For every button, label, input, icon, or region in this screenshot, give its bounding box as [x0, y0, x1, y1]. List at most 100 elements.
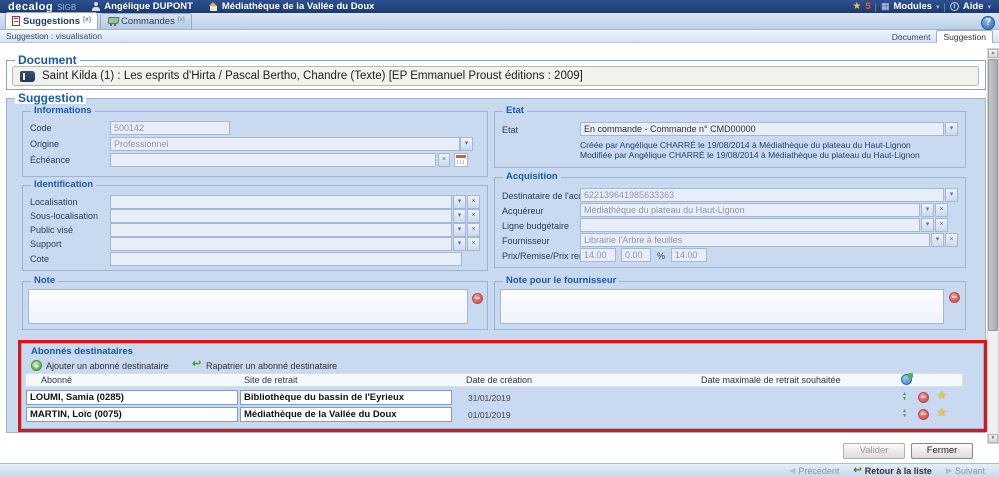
remise-input: 0.00	[621, 248, 651, 262]
origine-dropdown-icon[interactable]: ▾	[460, 137, 473, 151]
ligne-budgetaire-clear-icon[interactable]: ×	[935, 218, 948, 232]
tab-suggestions-label: Suggestions	[23, 16, 80, 27]
valider-button: Valider	[843, 443, 905, 459]
scroll-up-icon[interactable]: ▲	[988, 49, 998, 58]
etat-dropdown-icon[interactable]: ▾	[945, 122, 958, 136]
note-textarea[interactable]	[28, 289, 468, 324]
fermer-button[interactable]: Fermer	[911, 443, 973, 459]
note-fournisseur-legend: Note pour le fournisseur	[503, 275, 619, 287]
current-site[interactable]: Médiathèque de la Vallée du Doux	[209, 1, 375, 12]
public-vise-clear-icon[interactable]: ×	[467, 223, 480, 237]
ligne-budgetaire-select[interactable]	[580, 218, 920, 232]
move-row-icon[interactable]: ▲ ▼	[899, 408, 910, 420]
calendar-icon[interactable]	[454, 153, 468, 167]
help-icon[interactable]: ?	[981, 16, 995, 30]
favorites-icon[interactable]: ★	[852, 2, 861, 12]
site-name: Médiathèque de la Vallée du Doux	[222, 1, 375, 12]
origine-label: Origine	[30, 138, 59, 150]
fournisseur-label: Fournisseur	[502, 235, 550, 247]
support-label: Support	[30, 238, 62, 250]
etat-label: Etat	[502, 124, 518, 136]
support-dropdown-icon[interactable]: ▾	[453, 237, 466, 251]
site-retrait-cell[interactable]: Médiathèque de la Vallée du Doux	[240, 407, 452, 422]
note-remove-icon[interactable]: −	[472, 293, 483, 304]
public-vise-select[interactable]	[110, 223, 452, 237]
top-bar: decalog SIGB Angélique DUPONT Médiathèqu…	[0, 0, 999, 13]
sous-localisation-clear-icon[interactable]: ×	[467, 209, 480, 223]
ligne-budgetaire-dropdown-icon[interactable]: ▾	[921, 218, 934, 232]
separator: |	[875, 2, 877, 12]
destinataire-select[interactable]: 622139641985633363	[580, 188, 944, 202]
topbar-right: ★ 5 | ▦ Modules ▾ | i Aide ▾	[852, 1, 991, 12]
next-arrow-icon: ▶	[946, 466, 952, 475]
separator: |	[944, 2, 946, 12]
view-switch-suggestion[interactable]: Suggestion	[936, 30, 993, 43]
tab-commandes-label: Commandes	[121, 16, 175, 27]
aide-menu[interactable]: Aide	[963, 1, 984, 12]
tab-suggestions-close-icon[interactable]: [x]	[83, 16, 91, 23]
current-user[interactable]: Angélique DUPONT	[92, 1, 193, 12]
echeance-input[interactable]	[110, 153, 436, 167]
ligne-budgetaire-label: Ligne budgétaire	[502, 220, 569, 232]
localisation-dropdown-icon[interactable]: ▾	[453, 195, 466, 209]
vertical-scrollbar[interactable]: ▲ ▼	[987, 48, 999, 444]
aide-icon: i	[950, 2, 959, 11]
suivant-label: Suivant	[955, 466, 985, 476]
note-fournisseur-remove-icon[interactable]: −	[949, 292, 960, 303]
modules-menu[interactable]: Modules	[894, 1, 933, 12]
acquereur-select[interactable]: Médiathèque du plateau du Haut-Lignon	[580, 203, 920, 217]
col-date-creation: Date de création	[466, 375, 532, 385]
modules-caret-icon: ▾	[936, 3, 940, 11]
tab-commandes[interactable]: Commandes [x]	[100, 13, 192, 29]
public-vise-dropdown-icon[interactable]: ▾	[453, 223, 466, 237]
retour-liste-label: Retour à la liste	[865, 466, 932, 476]
col-site-retrait: Site de retrait	[244, 375, 298, 385]
tab-suggestions[interactable]: Suggestions [x]	[5, 12, 98, 29]
rapatrier-link[interactable]: Rapatrier un abonné destinataire	[206, 361, 337, 371]
add-abonne-icon[interactable]: +	[31, 360, 42, 371]
retour-liste-link[interactable]: ↩ Retour à la liste	[853, 465, 931, 476]
localisation-select[interactable]	[110, 195, 452, 209]
etat-legend: Etat	[503, 105, 527, 117]
acquereur-clear-icon[interactable]: ×	[935, 203, 948, 217]
abonne-cell[interactable]: LOUMI, Samia (0285)	[26, 390, 238, 405]
scrollbar-thumb[interactable]	[988, 59, 998, 331]
sous-localisation-dropdown-icon[interactable]: ▾	[453, 209, 466, 223]
add-abonne-link[interactable]: Ajouter un abonné destinataire	[46, 361, 169, 371]
support-clear-icon[interactable]: ×	[467, 237, 480, 251]
acquereur-dropdown-icon[interactable]: ▾	[921, 203, 934, 217]
star-row-icon[interactable]: ★	[937, 391, 947, 402]
globe-edit-icon[interactable]	[901, 374, 912, 385]
origine-select[interactable]: Professionnel	[110, 137, 460, 151]
view-switch-document[interactable]: Document	[892, 32, 931, 43]
move-row-icon[interactable]: ▲ ▼	[899, 391, 910, 403]
sous-localisation-select[interactable]	[110, 209, 452, 223]
echeance-clear-icon[interactable]: ×	[438, 153, 450, 167]
identification-legend: Identification	[31, 179, 96, 191]
rapatrier-icon[interactable]: ↩	[192, 359, 201, 370]
fournisseur-clear-icon[interactable]: ×	[945, 233, 958, 247]
note-legend: Note	[31, 275, 58, 287]
site-retrait-cell[interactable]: Bibliothèque du bassin de l'Eyrieux	[240, 390, 452, 405]
etat-select[interactable]: En commande - Commande n° CMD00000	[580, 122, 944, 136]
delete-row-icon[interactable]: −	[918, 392, 929, 403]
document-title: Saint Kilda (1) : Les esprits d'Hirta / …	[42, 70, 583, 82]
star-row-icon[interactable]: ★	[937, 408, 947, 419]
cote-input[interactable]	[110, 252, 462, 266]
delete-row-icon[interactable]: −	[918, 409, 929, 420]
cote-label: Cote	[30, 253, 49, 265]
support-select[interactable]	[110, 237, 452, 251]
note-fournisseur-textarea[interactable]	[500, 289, 944, 324]
sous-localisation-label: Sous-localisation	[30, 210, 98, 222]
app-window: decalog SIGB Angélique DUPONT Médiathèqu…	[0, 0, 999, 477]
scroll-down-icon[interactable]: ▼	[988, 434, 998, 443]
code-label: Code	[30, 122, 52, 134]
tab-commandes-close-icon[interactable]: [x]	[178, 16, 185, 23]
fournisseur-select[interactable]: Librairie l'Arbre à feuilles	[580, 233, 930, 247]
localisation-clear-icon[interactable]: ×	[467, 195, 480, 209]
destinataire-dropdown-icon[interactable]: ▾	[945, 188, 958, 202]
abonne-cell[interactable]: MARTIN, Loïc (0075)	[26, 407, 238, 422]
cart-icon	[107, 17, 118, 26]
fournisseur-dropdown-icon[interactable]: ▾	[931, 233, 944, 247]
app-logo-suffix: SIGB	[57, 3, 76, 12]
